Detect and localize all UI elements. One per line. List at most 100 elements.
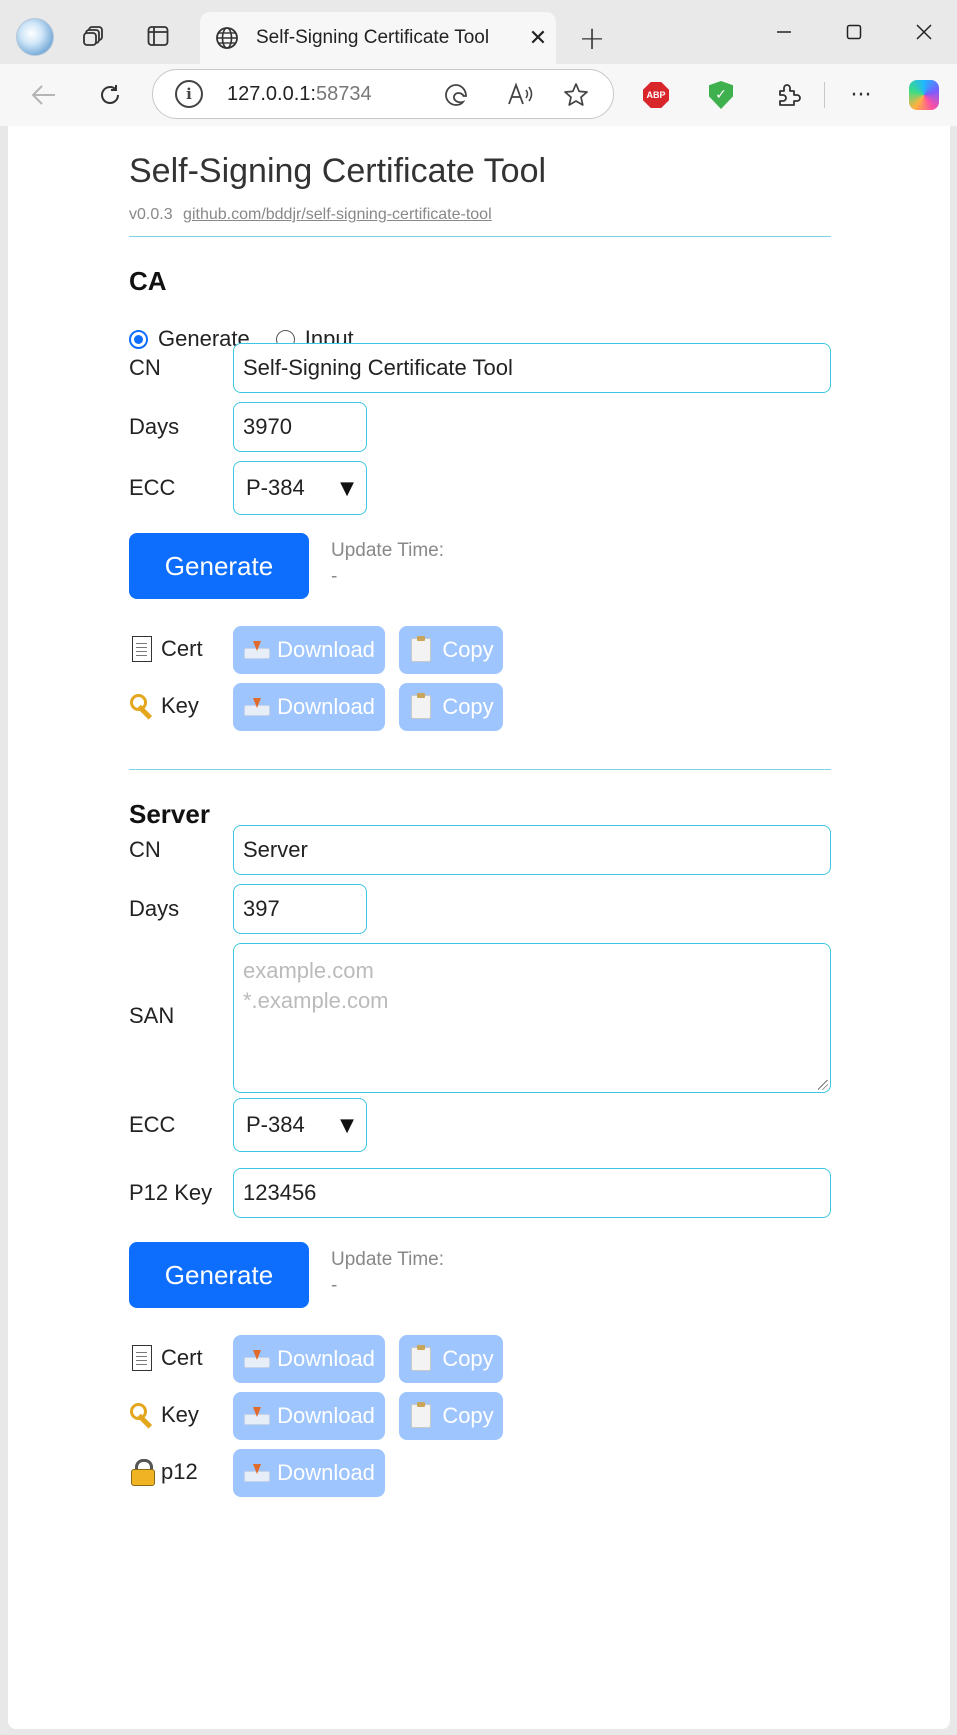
ca-ecc-select[interactable]: P-384 ▼ <box>233 461 367 515</box>
server-cert-copy-button[interactable]: Copy <box>399 1335 503 1383</box>
server-ecc-value: P-384 <box>246 1112 305 1137</box>
extensions-icon[interactable] <box>773 80 803 110</box>
download-tray-icon <box>243 694 271 720</box>
server-p12-label: p12 <box>129 1459 198 1486</box>
server-days-input[interactable]: 397 <box>233 884 367 934</box>
server-san-label: SAN <box>129 1003 175 1028</box>
ca-ecc-label: ECC <box>129 475 176 500</box>
server-key-row: Key Download Copy <box>129 1392 831 1440</box>
clipboard-icon <box>408 1345 434 1372</box>
browser-tab-bar: Self-Signing Certificate Tool ✕ + <box>0 0 957 64</box>
server-cn-input[interactable]: Server <box>233 825 831 875</box>
ca-update-time-value: - <box>331 566 338 587</box>
ca-cn-label: CN <box>129 355 161 380</box>
ca-days-label: Days <box>129 414 180 439</box>
server-cn-value: Server <box>243 837 308 862</box>
ca-generate-button[interactable]: Generate <box>129 533 309 599</box>
server-heading: Server <box>129 799 210 829</box>
server-p12-download-button[interactable]: Download <box>233 1449 385 1497</box>
address-bar[interactable]: i 127.0.0.1:58734 <box>152 69 614 119</box>
globe-icon <box>212 23 242 53</box>
edge-icon[interactable] <box>441 80 471 110</box>
server-cert-download-button[interactable]: Download <box>233 1335 385 1383</box>
server-key-copy-button[interactable]: Copy <box>399 1392 503 1440</box>
refresh-icon[interactable] <box>88 73 132 117</box>
profile-avatar[interactable] <box>16 18 54 56</box>
server-p12-key-input[interactable]: 123456 <box>233 1168 831 1218</box>
ca-days-input[interactable]: 3970 <box>233 402 367 452</box>
download-tray-icon <box>243 1346 271 1372</box>
ca-days-value: 3970 <box>243 414 292 439</box>
dropdown-arrow-icon: ▼ <box>340 1114 354 1136</box>
shield-icon[interactable]: ✓ <box>706 80 736 110</box>
ca-key-download-button[interactable]: Download <box>233 683 385 731</box>
ca-cert-copy-button[interactable]: Copy <box>399 626 503 674</box>
workspaces-icon[interactable] <box>74 16 114 56</box>
ca-cert-download-button[interactable]: Download <box>233 626 385 674</box>
ca-update-time: Update Time: - <box>331 538 444 590</box>
back-icon[interactable] <box>22 73 66 117</box>
ca-heading: CA <box>129 266 167 296</box>
key-icon <box>129 1402 155 1428</box>
download-tray-icon <box>243 637 271 663</box>
server-cert-row: Cert Download Copy <box>129 1335 831 1383</box>
ca-key-row: Key Download Copy <box>129 683 831 731</box>
server-cn-label: CN <box>129 837 161 862</box>
clipboard-icon <box>408 693 434 720</box>
document-icon <box>129 636 155 662</box>
page-title: Self-Signing Certificate Tool <box>129 152 547 190</box>
ca-cn-value: Self-Signing Certificate Tool <box>243 355 513 380</box>
ca-cert-label: Cert <box>129 636 203 662</box>
ca-generate-radio[interactable] <box>129 329 148 349</box>
tab-actions-icon[interactable] <box>138 16 178 56</box>
maximize-icon[interactable] <box>826 10 882 54</box>
server-ecc-select[interactable]: P-384 ▼ <box>233 1098 367 1152</box>
ca-update-time-label: Update Time: <box>331 540 444 561</box>
read-aloud-icon[interactable] <box>505 80 535 110</box>
ca-ecc-value: P-384 <box>246 475 305 500</box>
copilot-icon[interactable] <box>909 80 939 110</box>
subtitle: v0.0.3 github.com/bddjr/self-signing-cer… <box>129 206 492 224</box>
server-days-label: Days <box>129 896 180 921</box>
server-p12-row: p12 Download <box>129 1449 831 1497</box>
adblock-icon[interactable]: ABP <box>641 80 671 110</box>
close-window-icon[interactable] <box>896 10 952 54</box>
browser-toolbar: i 127.0.0.1:58734 ABP ✓ ··· <box>0 64 957 126</box>
server-key-label: Key <box>129 1402 199 1428</box>
server-p12-key-label: P12 Key <box>129 1180 213 1205</box>
clipboard-icon <box>408 636 434 663</box>
ca-cn-input[interactable]: Self-Signing Certificate Tool <box>233 343 831 393</box>
server-key-download-button[interactable]: Download <box>233 1392 385 1440</box>
server-days-value: 397 <box>243 896 280 921</box>
key-icon <box>129 693 155 719</box>
repo-link[interactable]: github.com/bddjr/self-signing-certificat… <box>183 206 492 223</box>
close-icon[interactable]: ✕ <box>520 20 556 56</box>
server-update-time: Update Time: - <box>331 1247 444 1299</box>
server-update-time-value: - <box>331 1275 338 1296</box>
server-update-time-label: Update Time: <box>331 1249 444 1270</box>
favorite-icon[interactable] <box>561 80 591 110</box>
server-generate-button[interactable]: Generate <box>129 1242 309 1308</box>
san-placeholder-line2: *.example.com <box>243 988 389 1013</box>
more-icon[interactable]: ··· <box>846 80 876 110</box>
url-text: 127.0.0.1:58734 <box>227 83 372 105</box>
server-p12-key-value: 123456 <box>243 1180 317 1205</box>
toolbar-separator <box>824 82 825 108</box>
header-divider <box>129 236 831 237</box>
document-icon <box>129 1345 155 1371</box>
clipboard-icon <box>408 1402 434 1429</box>
section-divider <box>129 769 831 770</box>
minimize-icon[interactable] <box>756 10 812 54</box>
server-ecc-label: ECC <box>129 1112 176 1137</box>
resize-handle-icon[interactable] <box>818 1080 828 1090</box>
new-tab-icon[interactable]: + <box>570 16 614 60</box>
download-tray-icon <box>243 1403 271 1429</box>
active-tab[interactable]: Self-Signing Certificate Tool ✕ <box>200 12 556 64</box>
san-placeholder-line1: example.com <box>243 958 374 983</box>
info-icon[interactable]: i <box>175 80 203 108</box>
ca-key-label: Key <box>129 693 199 719</box>
ca-key-copy-button[interactable]: Copy <box>399 683 503 731</box>
dropdown-arrow-icon: ▼ <box>340 477 354 499</box>
server-cert-label: Cert <box>129 1345 203 1371</box>
server-san-textarea[interactable]: example.com *.example.com <box>233 943 831 1093</box>
